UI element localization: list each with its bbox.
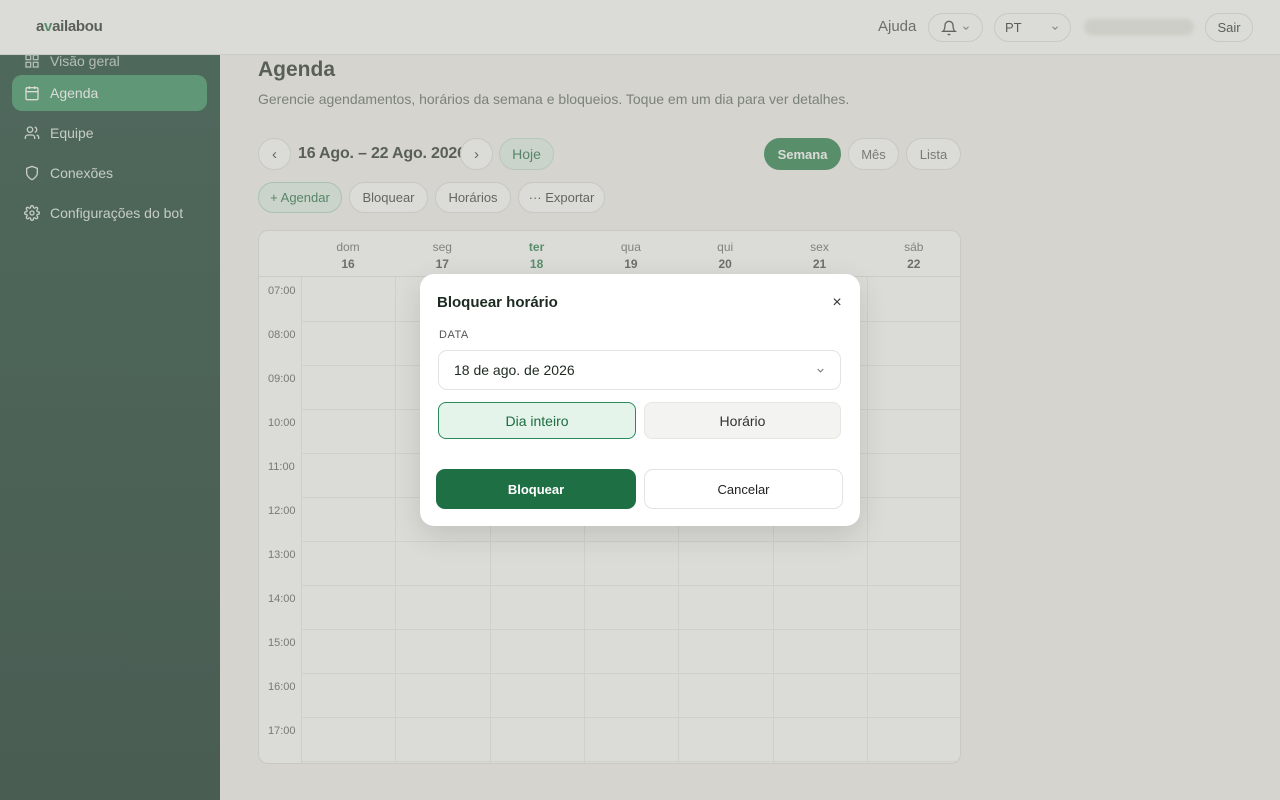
- close-icon[interactable]: ×: [828, 294, 846, 312]
- full-day-toggle[interactable]: Dia inteiro: [438, 402, 636, 439]
- cancel-button[interactable]: Cancelar: [644, 469, 843, 509]
- date-select[interactable]: 18 de ago. de 2026: [438, 350, 841, 390]
- time-range-toggle[interactable]: Horário: [644, 402, 841, 439]
- date-select-value: 18 de ago. de 2026: [454, 362, 575, 378]
- date-field-label: DATA: [439, 329, 469, 341]
- chevron-down-icon: [817, 368, 824, 373]
- block-time-dialog: Bloquear horário × DATA 18 de ago. de 20…: [420, 274, 860, 526]
- confirm-block-button[interactable]: Bloquear: [436, 469, 636, 509]
- dialog-title: Bloquear horário: [437, 294, 558, 311]
